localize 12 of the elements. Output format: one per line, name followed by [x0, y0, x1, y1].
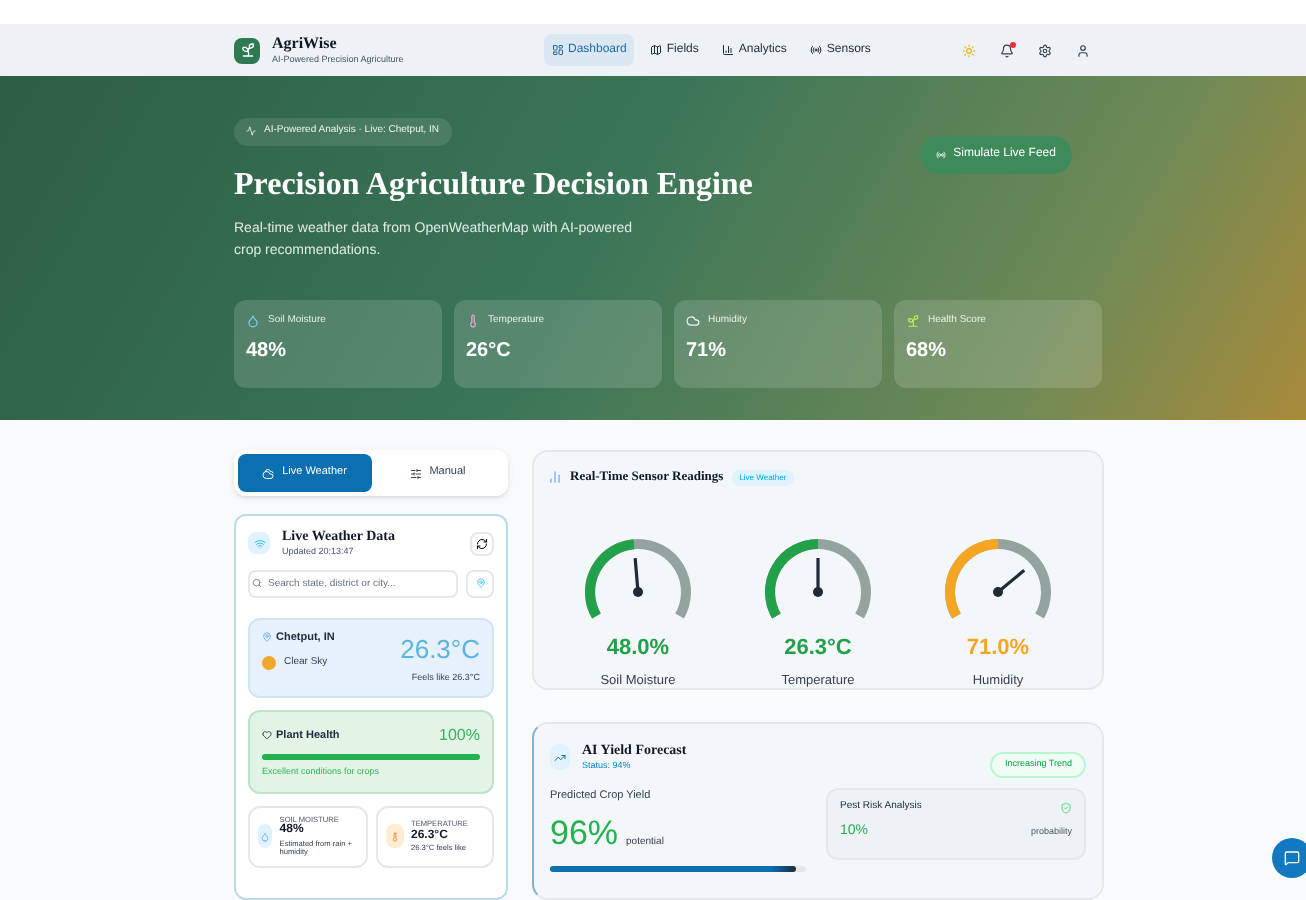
hero-title: Precision Agriculture Decision Engine — [234, 165, 753, 205]
stat-value: 26°C — [466, 338, 513, 366]
yield-value: 96% — [550, 812, 619, 856]
stat-value: 48% — [246, 338, 289, 366]
stat-value: 71% — [686, 338, 729, 366]
plant-health-value: 100% — [439, 723, 480, 748]
brand-name: AgriWise — [272, 35, 339, 52]
gauge-reading: 48.0% — [606, 633, 670, 664]
current-temperature: 26.3°C — [400, 631, 480, 667]
stat-value: 68% — [906, 338, 949, 366]
gauge-reading: 26.3°C — [784, 633, 852, 664]
gauge-reading: 71.0% — [966, 633, 1030, 664]
